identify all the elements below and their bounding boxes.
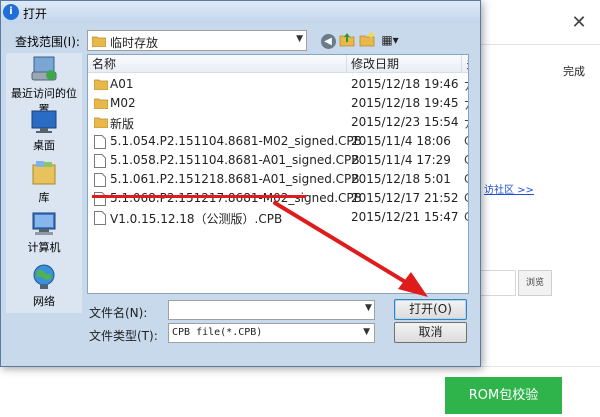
place-libraries[interactable]: 库	[6, 159, 82, 205]
cancel-button[interactable]: 取消	[394, 322, 467, 343]
file-extra: ﾌ	[464, 115, 468, 132]
file-name: A01	[110, 77, 134, 91]
file-icon	[94, 173, 106, 187]
file-type-value: CPB file(*.CPB)	[172, 327, 263, 338]
look-in-label: 查找范围(I):	[15, 35, 80, 49]
column-header-extra[interactable]: 多	[462, 55, 468, 73]
list-item[interactable]: 5.1.058.P2.151104.8681-A01_signed.CPB 20…	[88, 151, 468, 170]
column-header-name[interactable]: 名称	[88, 55, 347, 73]
file-type-label: 文件类型(T):	[89, 329, 158, 343]
place-network[interactable]: 网络	[6, 263, 82, 309]
file-date: 2015/12/17 21:52	[351, 191, 459, 205]
file-extra: C	[464, 191, 468, 205]
file-extra: C	[464, 134, 468, 148]
folder-icon	[94, 79, 108, 90]
file-list[interactable]: 名称 修改日期 多 A01 2015/12/18 19:46 ﾌ M02 201…	[87, 54, 469, 294]
file-name: 5.1.054.P2.151104.8681-M02_signed.CPB	[110, 134, 362, 148]
file-name-label: 文件名(N):	[89, 306, 148, 320]
chevron-down-icon[interactable]: ▼	[296, 34, 303, 44]
file-name: 5.1.068.P2.151217.8681-M02_signed.CPB	[110, 191, 362, 205]
rom-verify-button[interactable]: ROM包校验	[445, 377, 562, 414]
back-button[interactable]: ◀	[319, 31, 337, 49]
file-extra: ﾌ	[464, 96, 468, 113]
view-menu-button[interactable]: ▦▾	[378, 31, 402, 49]
file-date: 2015/12/18 19:46	[351, 77, 459, 91]
place-label: 库	[38, 191, 50, 204]
folder-icon	[94, 117, 108, 128]
open-button[interactable]: 打开(O)	[394, 299, 467, 320]
background-community-link[interactable]: 访社区 >>	[484, 181, 534, 196]
open-file-dialog: i 打开 查找范围(I): 临时存放 ▼ ◀ ▦▾ 最近访问的位置 桌面 库 计…	[0, 0, 481, 367]
list-item[interactable]: V1.0.15.12.18（公测版）.CPB 2015/12/21 15:47 …	[88, 208, 468, 227]
background-path-input[interactable]	[480, 270, 516, 296]
recent-places-icon	[31, 56, 57, 81]
place-recent[interactable]: 最近访问的位置	[6, 55, 82, 117]
file-type-select[interactable]: CPB file(*.CPB) ▼	[168, 323, 375, 343]
file-date: 2015/11/4 17:29	[351, 153, 451, 167]
desktop-icon	[31, 110, 57, 133]
chevron-down-icon[interactable]: ▼	[363, 327, 370, 337]
file-name: 5.1.058.P2.151104.8681-A01_signed.CPB	[110, 153, 360, 167]
up-folder-icon	[339, 33, 355, 47]
look-in-dropdown[interactable]: 临时存放 ▼	[87, 30, 307, 51]
place-computer[interactable]: 计算机	[6, 211, 82, 255]
file-name: V1.0.15.12.18（公测版）.CPB	[110, 212, 283, 226]
file-icon	[94, 211, 106, 225]
file-name-input[interactable]	[168, 300, 375, 320]
list-item[interactable]: 5.1.054.P2.151104.8681-M02_signed.CPB 20…	[88, 132, 468, 151]
list-item[interactable]: A01 2015/12/18 19:46 ﾌ	[88, 75, 468, 94]
file-date: 2015/11/4 18:06	[351, 134, 451, 148]
place-desktop[interactable]: 桌面	[6, 109, 82, 153]
list-item[interactable]: 5.1.061.P2.151218.8681-A01_signed.CPB 20…	[88, 170, 468, 189]
list-item[interactable]: 新版 2015/12/23 15:54 ﾌ	[88, 113, 468, 132]
file-icon	[94, 154, 106, 168]
file-extra: C	[464, 172, 468, 186]
computer-icon	[32, 212, 56, 235]
file-extra: C	[464, 210, 468, 224]
file-name: M02	[110, 96, 136, 110]
file-date: 2015/12/18 5:01	[351, 172, 451, 186]
place-label: 桌面	[33, 139, 55, 152]
place-label: 网络	[33, 295, 55, 308]
list-item[interactable]: 5.1.068.P2.151217.8681-M02_signed.CPB 20…	[88, 189, 468, 208]
new-folder-icon	[359, 32, 375, 47]
up-folder-button[interactable]	[338, 31, 356, 49]
list-item[interactable]: M02 2015/12/18 19:45 ﾌ	[88, 94, 468, 113]
file-date: 2015/12/23 15:54	[351, 115, 459, 129]
background-divider	[480, 44, 600, 45]
background-close-icon[interactable]: ✕	[566, 10, 592, 36]
list-header: 名称 修改日期 多	[88, 55, 468, 73]
file-date: 2015/12/21 15:47	[351, 210, 459, 224]
back-arrow-icon: ◀	[320, 34, 336, 49]
file-name: 新版	[110, 117, 135, 131]
app-info-icon: i	[3, 4, 19, 20]
file-name: 5.1.061.P2.151218.8681-A01_signed.CPB	[110, 172, 360, 186]
file-extra: ﾌ	[464, 77, 468, 94]
chevron-down-icon[interactable]: ▼	[365, 303, 372, 313]
file-extra: C	[464, 153, 468, 167]
dialog-title: 打开	[23, 7, 48, 21]
libraries-icon	[32, 161, 56, 185]
background-done-text: 完成	[563, 65, 585, 78]
look-in-value: 临时存放	[110, 36, 159, 50]
place-label: 计算机	[27, 241, 61, 254]
annotation-underline	[92, 195, 306, 198]
file-date: 2015/12/18 19:45	[351, 96, 459, 110]
folder-icon	[92, 36, 106, 47]
file-icon	[94, 135, 106, 149]
network-icon	[33, 264, 55, 289]
dialog-titlebar[interactable]: i 打开	[1, 1, 480, 23]
new-folder-button[interactable]	[358, 31, 376, 49]
background-browse-button[interactable]: 浏览	[518, 270, 552, 296]
folder-icon	[94, 98, 108, 109]
column-header-date[interactable]: 修改日期	[347, 55, 462, 73]
places-bar: 最近访问的位置 桌面 库 计算机 网络	[6, 53, 82, 313]
